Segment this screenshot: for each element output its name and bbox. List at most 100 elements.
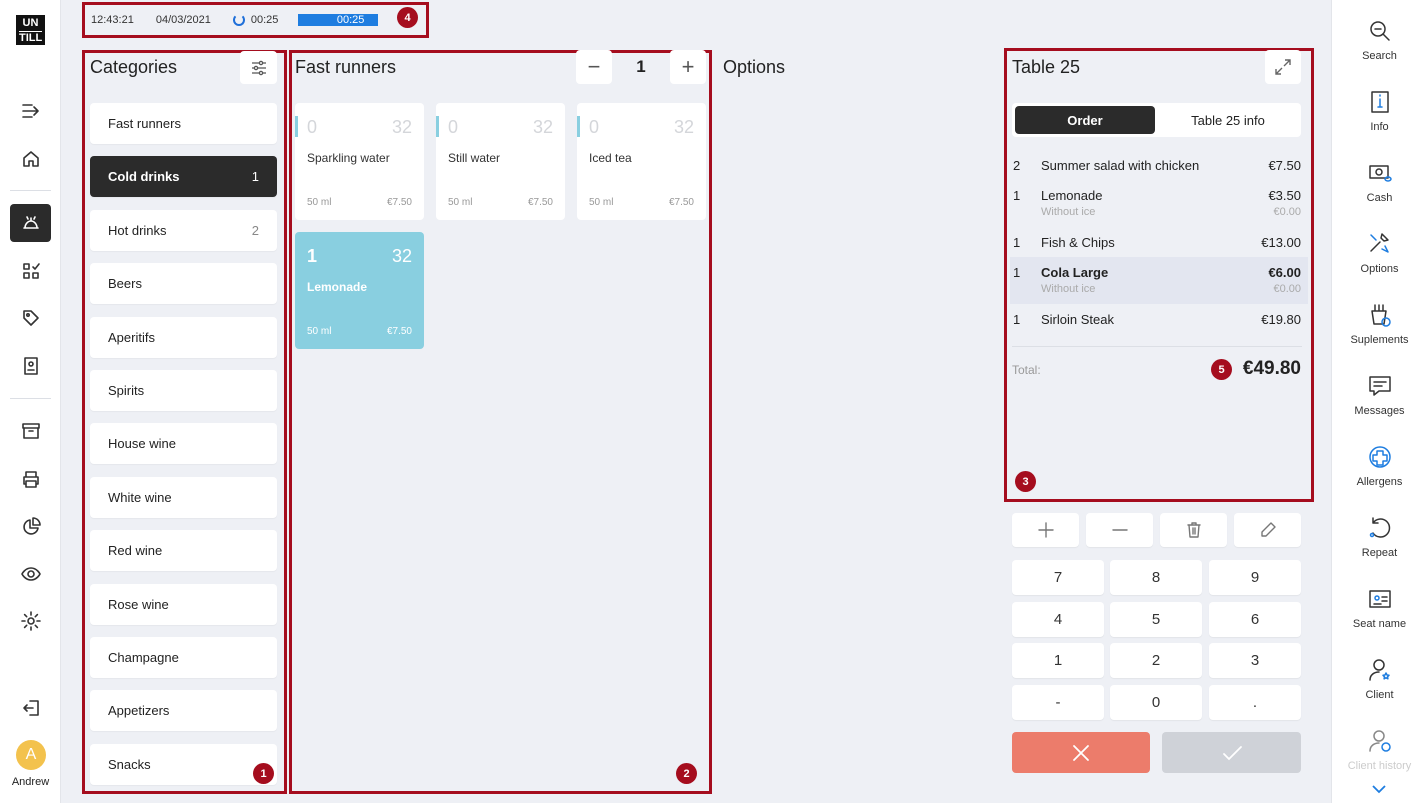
keypad-key[interactable]: - [1012, 685, 1104, 720]
keypad-key[interactable]: 8 [1110, 560, 1202, 595]
category-item[interactable]: Spirits [90, 370, 277, 411]
product-tile[interactable]: 0 32 Still water 50 ml €7.50 [436, 103, 565, 220]
keypad-key[interactable]: 2 [1110, 643, 1202, 678]
toolbar-item-cash[interactable]: Cash [1332, 160, 1426, 220]
keypad-key[interactable]: 0 [1110, 685, 1202, 720]
cancel-button[interactable] [1012, 732, 1150, 773]
tab-order[interactable]: Order [1015, 106, 1155, 134]
expand-button[interactable] [1265, 50, 1301, 84]
categories-title: Categories [90, 57, 178, 77]
order-modifier-price: €0.00 [1273, 283, 1301, 295]
category-item[interactable]: House wine [90, 423, 277, 464]
confirm-button[interactable] [1162, 732, 1301, 773]
trash-icon [1186, 522, 1201, 538]
category-label: Champagne [108, 650, 179, 665]
category-item[interactable]: Cold drinks 1 [90, 156, 277, 197]
category-item[interactable]: Fast runners [90, 103, 277, 144]
annotation-marker-3: 3 [1015, 471, 1036, 492]
printer-icon[interactable] [10, 460, 51, 498]
category-item[interactable]: Champagne [90, 637, 277, 678]
product-number: 32 [391, 246, 412, 266]
category-item[interactable]: Red wine [90, 530, 277, 571]
keypad-key[interactable]: 5 [1110, 602, 1202, 637]
toolbar-item-client[interactable]: Client [1332, 657, 1426, 717]
settings-icon[interactable] [10, 602, 51, 640]
keypad-key[interactable]: 4 [1012, 602, 1104, 637]
order-item-price: €13.00 [1261, 235, 1301, 250]
product-price: €7.50 [527, 197, 553, 208]
keypad-key[interactable]: 6 [1209, 602, 1301, 637]
order-title: Table 25 [1012, 57, 1081, 77]
total-divider [1012, 346, 1302, 347]
info-icon [1370, 91, 1389, 113]
category-item[interactable]: Snacks [90, 744, 277, 785]
add-button[interactable] [1012, 513, 1079, 547]
toolbar-item-options[interactable]: Options [1332, 231, 1426, 291]
order-row[interactable]: 1 Lemonade €3.50 Without ice €0.00 [1010, 188, 1308, 224]
order-row[interactable]: 1 Cola Large €6.00 Without ice €0.00 [1010, 257, 1308, 304]
chevron-down-icon[interactable] [1370, 782, 1388, 794]
category-item[interactable]: Rose wine [90, 584, 277, 625]
client-icon [1368, 659, 1390, 681]
subtract-button[interactable] [1086, 513, 1153, 547]
filter-button[interactable] [240, 51, 277, 84]
tag-icon[interactable] [10, 299, 51, 337]
keypad-key[interactable]: 3 [1209, 643, 1301, 678]
tables-icon[interactable] [10, 204, 51, 242]
category-label: White wine [108, 490, 172, 505]
category-label: House wine [108, 436, 176, 451]
toolbar-item-client-history[interactable]: Client history [1332, 728, 1426, 788]
category-count: 2 [251, 223, 259, 238]
order-qty: 2 [1013, 158, 1021, 173]
toolbar-item-info[interactable]: Info [1332, 89, 1426, 149]
logout-icon[interactable] [10, 689, 51, 727]
category-item[interactable]: White wine [90, 477, 277, 518]
report-icon[interactable] [10, 508, 51, 546]
archive-icon[interactable] [10, 412, 51, 450]
product-tile[interactable]: 0 32 Iced tea 50 ml €7.50 [577, 103, 706, 220]
keypad-key[interactable]: 9 [1209, 560, 1301, 595]
order-row[interactable]: 1 Sirloin Steak €19.80 [1010, 312, 1308, 348]
avatar-letter: A [25, 746, 37, 763]
category-item[interactable]: Aperitifs [90, 317, 277, 358]
edit-button[interactable] [1234, 513, 1301, 547]
order-item-name: Fish & Chips [1041, 235, 1115, 250]
category-item[interactable]: Beers [90, 263, 277, 304]
toolbar-item-suplements[interactable]: Suplements [1332, 302, 1426, 362]
decrease-button[interactable]: − [576, 50, 612, 84]
increase-button[interactable]: + [670, 50, 706, 84]
apps-icon[interactable] [10, 252, 51, 290]
order-qty: 1 [1013, 312, 1021, 327]
toolbar-item-repeat[interactable]: Repeat [1332, 515, 1426, 575]
toolbar-item-search[interactable]: Search [1332, 18, 1426, 78]
product-qty: 0 [589, 117, 600, 137]
untill-logo: UN TILL [16, 15, 45, 45]
order-tabs: Order Table 25 info [1012, 103, 1301, 137]
category-item[interactable]: Appetizers [90, 690, 277, 731]
product-indicator [577, 116, 580, 137]
product-indicator [436, 116, 439, 137]
category-label: Hot drinks [108, 223, 167, 238]
delete-button[interactable] [1160, 513, 1227, 547]
avatar[interactable]: A [16, 740, 46, 770]
category-count: 1 [251, 169, 259, 184]
keypad-key[interactable]: . [1209, 685, 1301, 720]
toolbar-item-seat-name[interactable]: Seat name [1332, 586, 1426, 646]
product-tile[interactable]: 0 32 Sparkling water 50 ml €7.50 [295, 103, 424, 220]
timer-value: 00:25 [250, 14, 279, 26]
keypad-key[interactable]: 7 [1012, 560, 1104, 595]
keypad-key[interactable]: 1 [1012, 643, 1104, 678]
tab-table-info[interactable]: Table 25 info [1158, 106, 1298, 134]
toolbar-item-allergens[interactable]: Allergens [1332, 444, 1426, 504]
toolbar-item-label: Search [1362, 50, 1397, 62]
check-icon [1222, 745, 1242, 760]
category-item[interactable]: Hot drinks 2 [90, 210, 277, 251]
forward-icon[interactable] [10, 92, 51, 130]
order-item-price: €3.50 [1268, 188, 1301, 203]
home-icon[interactable] [10, 140, 51, 178]
toolbar-item-messages[interactable]: Messages [1332, 373, 1426, 433]
view-icon[interactable] [10, 555, 51, 593]
receipt-icon[interactable] [10, 347, 51, 385]
product-tile[interactable]: 1 32 Lemonade 50 ml €7.50 [295, 232, 424, 349]
order-modifier-price: €0.00 [1273, 206, 1301, 218]
